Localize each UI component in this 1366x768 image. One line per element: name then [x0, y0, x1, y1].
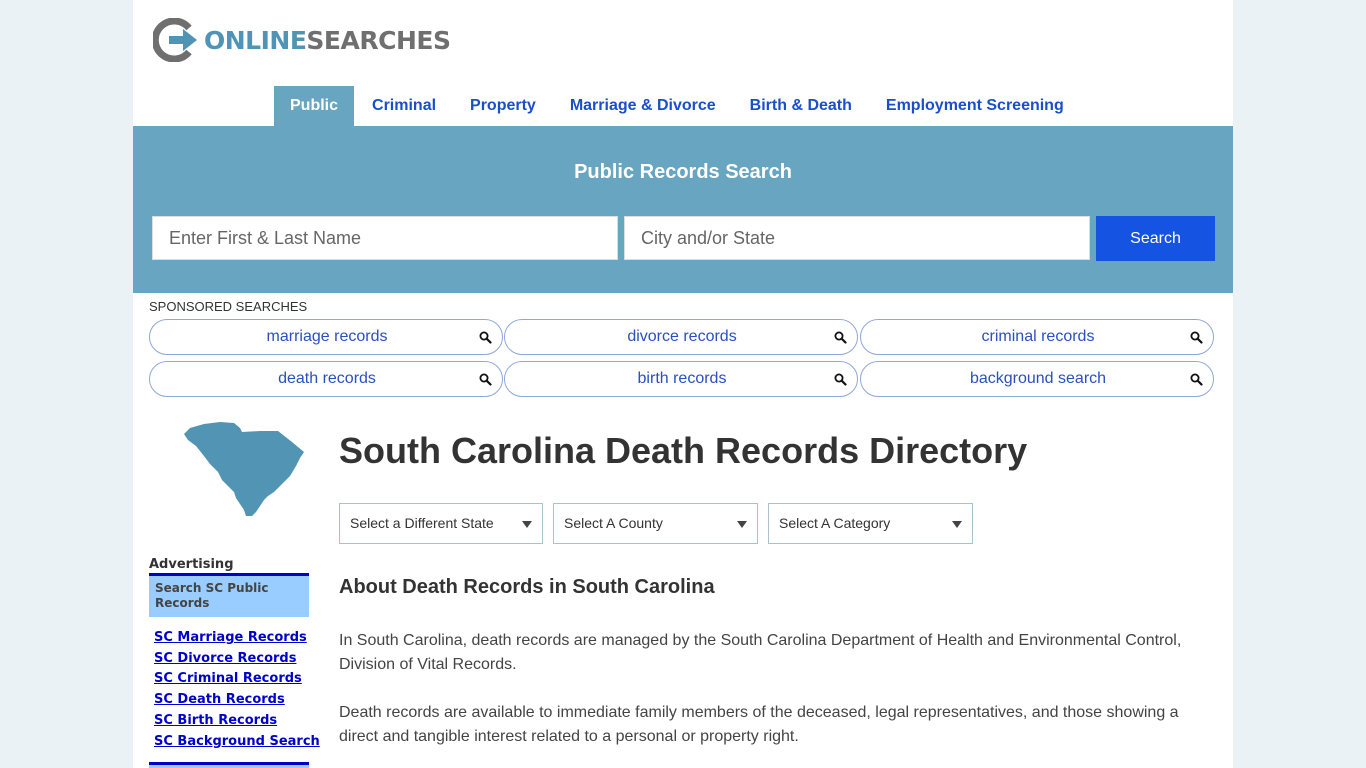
- sponsored-search-pill[interactable]: background search: [860, 361, 1214, 397]
- ad-link-criminal[interactable]: SC Criminal Records: [154, 669, 320, 690]
- hero-title: Public Records Search: [574, 161, 792, 183]
- pill-label: death records: [278, 370, 376, 387]
- page-container: ONLINESEARCHES Public Criminal Property …: [133, 0, 1233, 768]
- main-nav: Public Criminal Property Marriage & Divo…: [274, 86, 1080, 126]
- search-button[interactable]: Search: [1096, 216, 1215, 261]
- nav-marriage-divorce[interactable]: Marriage & Divorce: [552, 86, 732, 126]
- ad-link-background[interactable]: SC Background Search: [154, 732, 320, 753]
- category-select[interactable]: Select A Category: [768, 503, 973, 544]
- state-select[interactable]: Select a Different State: [339, 503, 543, 544]
- advertising-title: Advertising: [149, 557, 234, 572]
- logo-text-online: ONLINE: [204, 25, 307, 55]
- sponsored-search-pill[interactable]: marriage records: [149, 319, 503, 355]
- ad-links: SC Marriage Records SC Divorce Records S…: [154, 628, 320, 752]
- ad-box: Search SC Public Records: [149, 573, 309, 617]
- search-icon: [1190, 331, 1203, 344]
- page-title: South Carolina Death Records Directory: [339, 430, 1028, 471]
- nav-criminal[interactable]: Criminal: [354, 86, 452, 126]
- pill-label: criminal records: [981, 328, 1095, 345]
- state-select-value: Select a Different State: [350, 515, 494, 531]
- south-carolina-map-icon: [184, 422, 304, 516]
- search-icon: [479, 373, 492, 386]
- chevron-down-icon: [952, 521, 962, 528]
- paragraph: In South Carolina, death records are man…: [339, 632, 1182, 673]
- pill-label: background search: [969, 370, 1107, 387]
- search-icon: [834, 331, 847, 344]
- logo-text-searches: SEARCHES: [306, 25, 451, 55]
- city-state-input[interactable]: City and/or State: [624, 216, 1090, 260]
- ad-box-bottom: [149, 762, 309, 768]
- paragraph: Death records are available to immediate…: [339, 704, 1179, 745]
- search-hero: Public Records Search Enter First & Last…: [133, 126, 1233, 293]
- search-icon: [1190, 373, 1203, 386]
- sponsored-searches-label: SPONSORED SEARCHES: [149, 299, 308, 314]
- sponsored-search-pill[interactable]: divorce records: [504, 319, 858, 355]
- ad-link-marriage[interactable]: SC Marriage Records: [154, 628, 320, 649]
- pill-label: birth records: [637, 370, 727, 387]
- site-logo[interactable]: ONLINESEARCHES: [153, 18, 451, 62]
- nav-birth-death[interactable]: Birth & Death: [732, 86, 868, 126]
- nav-public[interactable]: Public: [274, 86, 355, 126]
- name-input[interactable]: Enter First & Last Name: [152, 216, 618, 260]
- chevron-down-icon: [522, 521, 532, 528]
- logo-arrow-icon: [153, 18, 197, 62]
- search-icon: [479, 331, 492, 344]
- sponsored-search-pill[interactable]: birth records: [504, 361, 858, 397]
- pill-label: marriage records: [266, 328, 388, 345]
- ad-link-birth[interactable]: SC Birth Records: [154, 711, 320, 732]
- county-select-value: Select A County: [564, 515, 663, 531]
- nav-employment-screening[interactable]: Employment Screening: [868, 86, 1080, 126]
- section-title: About Death Records in South Carolina: [339, 576, 715, 598]
- chevron-down-icon: [737, 521, 747, 528]
- ad-link-divorce[interactable]: SC Divorce Records: [154, 649, 320, 670]
- county-select[interactable]: Select A County: [553, 503, 758, 544]
- search-icon: [834, 373, 847, 386]
- sponsored-search-pill[interactable]: criminal records: [860, 319, 1214, 355]
- ad-link-death[interactable]: SC Death Records: [154, 690, 320, 711]
- pill-label: divorce records: [627, 328, 737, 345]
- category-select-value: Select A Category: [779, 515, 891, 531]
- sponsored-search-pill[interactable]: death records: [149, 361, 503, 397]
- nav-property[interactable]: Property: [452, 86, 552, 126]
